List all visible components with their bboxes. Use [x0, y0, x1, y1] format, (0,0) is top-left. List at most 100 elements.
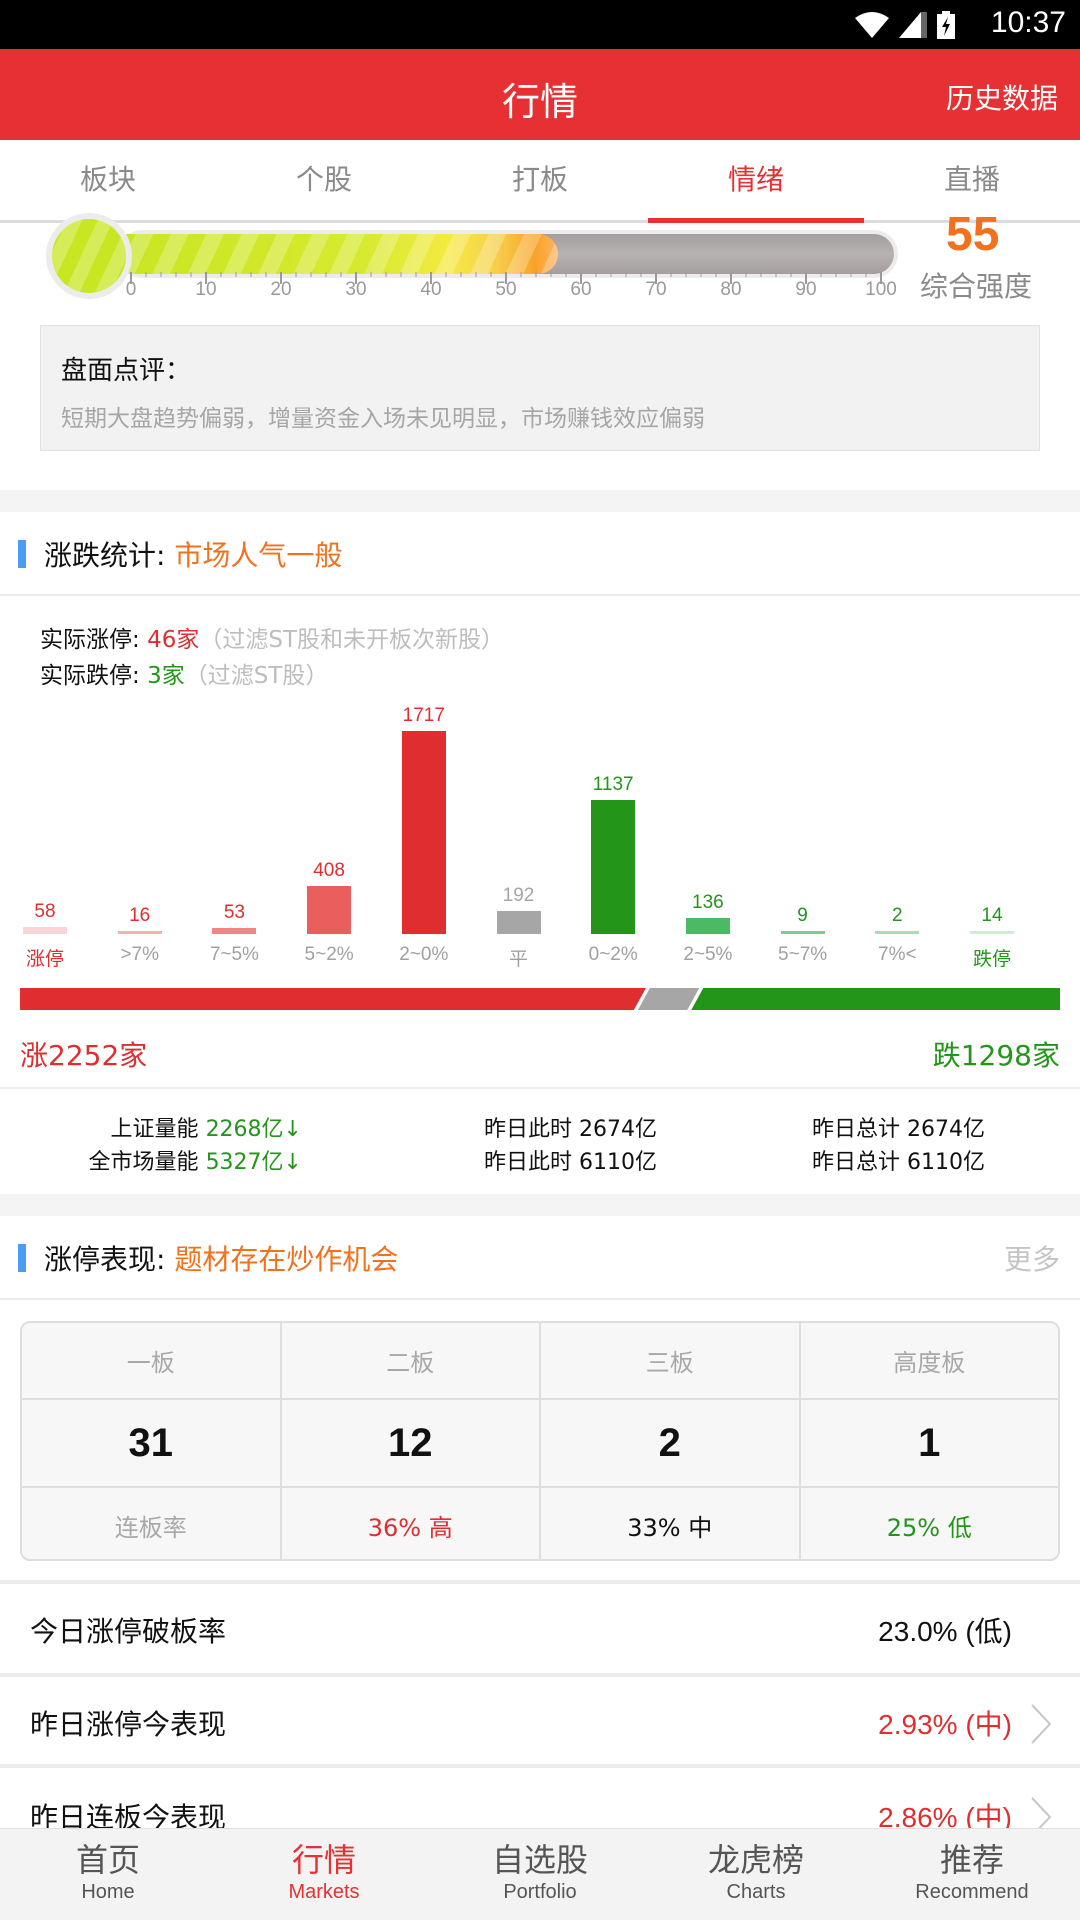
actual-limit-up-label: 实际涨停:: [40, 627, 148, 653]
market-volume: 全市场量能 5327亿↓: [89, 1144, 302, 1176]
nav-label: 龙虎榜: [707, 1841, 804, 1879]
list-item-label: 昨日涨停今表现: [30, 1708, 227, 1741]
sh-yesterday-now-label: 昨日此时: [484, 1117, 573, 1142]
gauge-caption: 综合强度: [920, 270, 1033, 303]
battery-charging-icon: [937, 11, 955, 39]
nav-sublabel: Home: [81, 1881, 135, 1903]
nav-label: 推荐: [939, 1841, 1004, 1879]
chart-bar: [970, 931, 1014, 934]
rate-cell: 25% 低: [886, 1514, 972, 1542]
chart-bar: [591, 799, 636, 934]
chart-data-label: 53: [223, 901, 245, 923]
gauge-value: 55: [946, 208, 1000, 261]
tab-stocks[interactable]: 个股: [216, 140, 432, 220]
tab-sector[interactable]: 板块: [0, 140, 216, 220]
list-item-break-rate: 今日涨停破板率 23.0% (低): [0, 1580, 1080, 1675]
sh-yesterday-now-value: 2674亿: [579, 1117, 658, 1142]
gauge-scale-label: 40: [420, 279, 442, 300]
tab-sentiment[interactable]: 情绪: [648, 140, 864, 223]
nav-sublabel: Charts: [726, 1881, 786, 1903]
actual-limit-down: 实际跌停: 3家（过滤ST股）: [40, 656, 328, 690]
chart-data-label: 9: [797, 905, 808, 926]
market-comment-box: 盘面点评： 短期大盘趋势偏弱，增量资金入场未见明显，市场赚钱效应偏弱: [40, 325, 1040, 451]
nav-label: 首页: [75, 1841, 140, 1879]
down-total: 跌1298家: [932, 1039, 1060, 1072]
gauge-scale-label: 100: [865, 279, 897, 300]
flat-ratio-segment: [637, 988, 700, 1010]
chart-data-label: 58: [34, 901, 56, 923]
rate-cell: 33% 中: [541, 1488, 801, 1559]
market-yesterday-total-value: 6110亿: [907, 1150, 986, 1175]
section-marker: [18, 1244, 26, 1272]
header-cell: 一板: [22, 1323, 282, 1398]
section-title: 涨停表现:: [44, 1243, 175, 1276]
chart-category-label: 平: [508, 949, 529, 970]
chart-category-label: 7%<: [878, 944, 917, 965]
market-volume-value: 5327亿↓: [205, 1150, 302, 1175]
gauge-scale-label: 50: [495, 279, 517, 300]
gauge-fill: [118, 234, 558, 274]
market-yesterday-total: 昨日总计 6110亿: [812, 1144, 985, 1176]
actual-limit-down-value: 3家: [147, 663, 185, 689]
chart-data-label: 408: [313, 859, 345, 881]
list-item-yesterday-limit-up[interactable]: 昨日涨停今表现 2.93% (中): [0, 1673, 1080, 1768]
market-volume-label: 全市场量能: [88, 1150, 199, 1175]
nav-markets[interactable]: 行情 Markets: [216, 1829, 432, 1920]
gauge-scale: 0 10 20 30 40 50 60 70 80 90 100: [126, 279, 897, 309]
strength-gauge: 0 10 20 30 40 50 60 70 80 90 100 55 综合强度: [0, 208, 1080, 313]
tab-limit-board[interactable]: 打板: [432, 140, 648, 220]
market-yesterday-now-label: 昨日此时: [484, 1150, 573, 1175]
table-count-row: 31 12 2 1: [22, 1400, 1058, 1488]
actual-limit-down-note: （过滤ST股）: [184, 663, 329, 689]
comment-title: 盘面点评：: [61, 356, 192, 386]
chart-bar: [117, 931, 162, 934]
header-cell: 三板: [541, 1323, 801, 1398]
chart-category-label: 5~2%: [304, 944, 354, 965]
chart-bar: [401, 731, 446, 934]
bottom-nav: 首页 Home 行情 Markets 自选股 Portfolio 龙虎榜 Charts …: [0, 1828, 1080, 1920]
chart-category-label: >7%: [120, 944, 159, 965]
gauge-scale-label: 30: [345, 279, 367, 300]
cell-signal-icon: [899, 12, 927, 38]
wifi-icon: [855, 12, 889, 38]
nav-charts[interactable]: 龙虎榜 Charts: [648, 1829, 864, 1920]
nav-portfolio[interactable]: 自选股 Portfolio: [432, 1829, 648, 1920]
sh-yesterday-total-value: 2674亿: [907, 1117, 986, 1142]
chart-category-label: 5~7%: [778, 944, 828, 965]
chart-data-label: 2: [892, 905, 903, 926]
actual-limit-up: 实际涨停: 46家（过滤ST股和未开板次新股）: [40, 620, 504, 654]
section-title: 涨跌统计:: [44, 539, 175, 572]
down-ratio-segment: [691, 988, 1060, 1010]
chart-bar: [496, 911, 541, 934]
chart-bar: [307, 885, 352, 934]
chart-bar: [875, 931, 920, 934]
nav-home[interactable]: 首页 Home: [0, 1829, 216, 1920]
market-yesterday-total-label: 昨日总计: [812, 1150, 901, 1175]
market-yesterday-now: 昨日此时 6110亿: [484, 1144, 657, 1176]
chart-category-label: 涨停: [25, 949, 65, 970]
gauge-scale-label: 20: [270, 279, 292, 300]
section-highlight: 市场人气一般: [174, 539, 343, 572]
sh-yesterday-total-label: 昨日总计: [812, 1117, 901, 1142]
nav-sublabel: Markets: [288, 1881, 360, 1903]
rate-cell: 36% 高: [282, 1488, 541, 1559]
actual-limit-up-value: 46家: [147, 627, 200, 653]
chart-data-label: 1717: [402, 705, 445, 726]
chevron-right-icon[interactable]: [1026, 1703, 1056, 1745]
chart-category-label: 跌停: [972, 949, 1012, 970]
chart-data-label: 14: [981, 905, 1003, 926]
sh-volume-label: 上证量能: [110, 1117, 199, 1142]
history-data-button[interactable]: 历史数据: [946, 77, 1058, 117]
divider: [0, 1087, 1080, 1089]
list-item-value: 2.93% (中): [878, 1709, 1012, 1740]
more-link[interactable]: 更多: [1004, 1238, 1060, 1278]
table-header-row: 一板 二板 三板 高度板: [22, 1323, 1058, 1400]
sh-yesterday-total: 昨日总计 2674亿: [812, 1111, 985, 1143]
gauge-bulb-fill: [52, 219, 126, 293]
nav-recommend[interactable]: 推荐 Recommend: [864, 1829, 1080, 1920]
gauge-scale-label: 60: [570, 279, 592, 300]
actual-limit-up-note: （过滤ST股和未开板次新股）: [199, 627, 504, 653]
chart-bar: [685, 917, 730, 934]
status-bar: 10:37: [0, 0, 1080, 49]
up-ratio-segment: [20, 988, 646, 1010]
